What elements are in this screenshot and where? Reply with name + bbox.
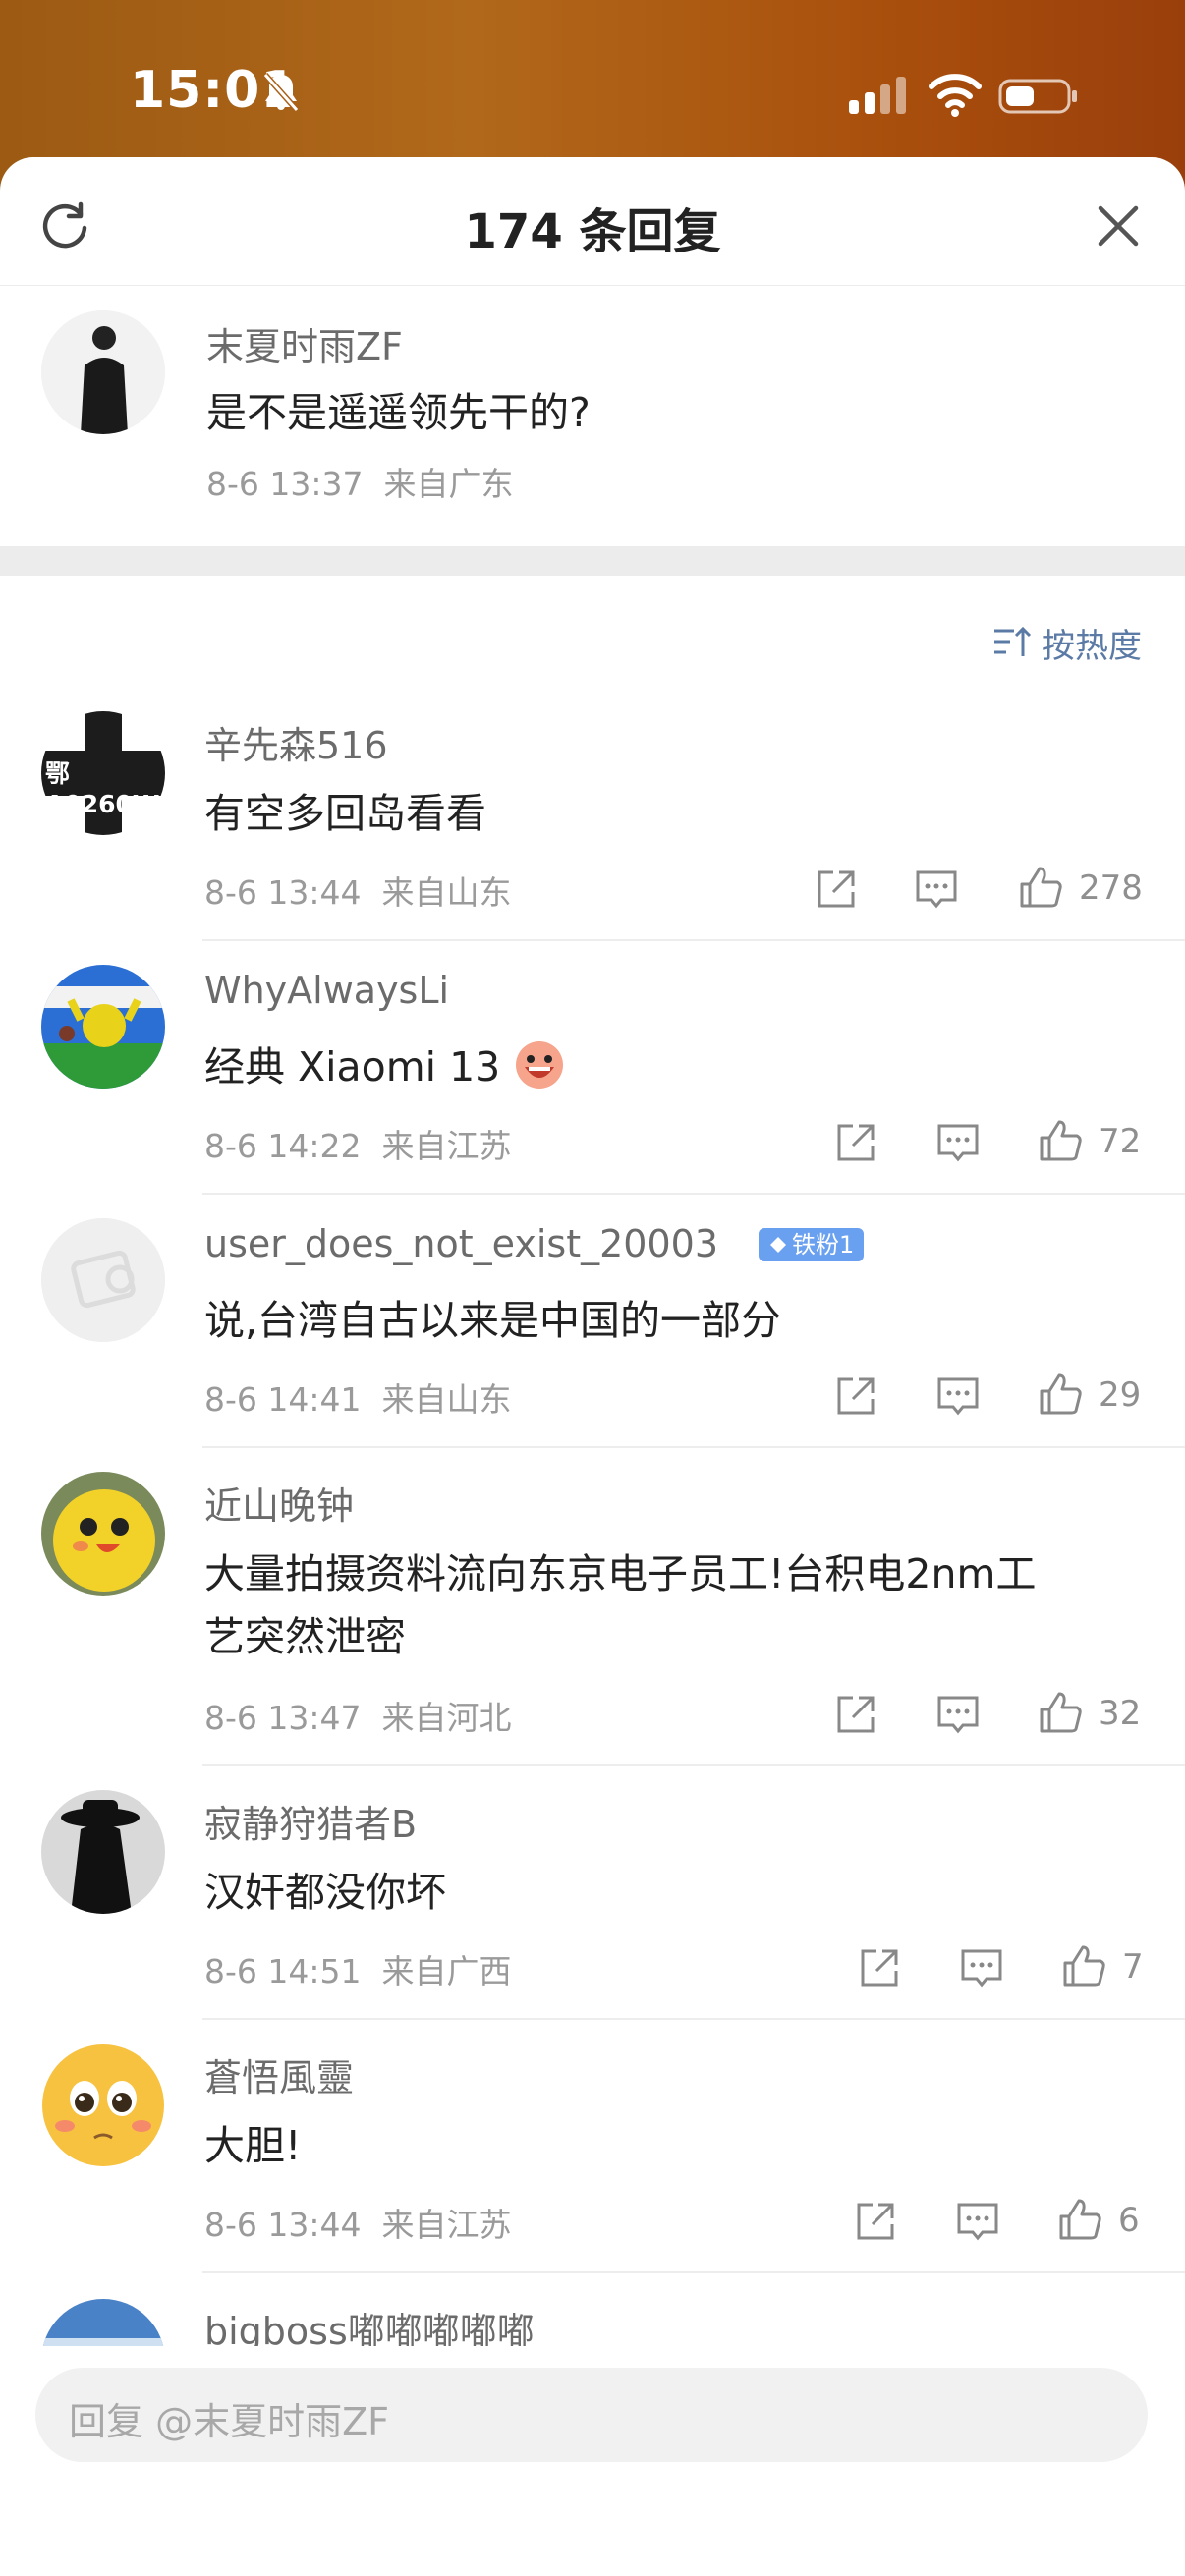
like-count: 29	[1099, 1375, 1142, 1415]
comment-time: 8-6 13:37	[206, 465, 364, 503]
reply-time: 8-6 13:44	[204, 873, 362, 912]
reply-time: 8-6 14:51	[204, 1952, 362, 1990]
reply-text: 经典 Xiaomi 13	[204, 1034, 566, 1092]
like-icon[interactable]	[1059, 1941, 1108, 1990]
reply-text-line-2: 艺突然泄密	[204, 1613, 406, 1660]
like-count: 32	[1099, 1694, 1142, 1733]
page-title: 174 条回复	[464, 204, 721, 259]
reply-location: 来自江苏	[381, 1127, 512, 1165]
share-icon[interactable]	[831, 1690, 880, 1739]
battery-icon	[998, 79, 1077, 114]
avatar[interactable]	[41, 310, 165, 434]
share-icon[interactable]	[831, 1372, 880, 1421]
reply-text-line-1: 大量拍摄资料流向东京电子员工!台积电2nm工	[204, 1550, 1037, 1597]
section-divider	[0, 546, 1185, 576]
cellular-signal-icon	[849, 77, 906, 114]
like-count: 7	[1122, 1947, 1144, 1987]
sheet-header: 174 条回复	[0, 157, 1185, 286]
like-icon[interactable]	[1036, 1370, 1085, 1419]
reply-meta: 8-6 13:47 来自河北	[204, 1692, 511, 1739]
share-icon[interactable]	[851, 2197, 900, 2246]
comment-text: 是不是遥遥领先干的?	[206, 389, 591, 436]
avatar[interactable]	[41, 1790, 165, 1914]
reply-text: 有空多回岛看看	[204, 790, 486, 837]
reply-meta: 8-6 14:51 来自广西	[204, 1945, 511, 1992]
reply-item: 寂静狩猎者B 汉奸都没你坏 8-6 14:51 来自广西 7	[0, 1766, 1185, 2020]
status-bar: 15:01	[0, 0, 1185, 167]
reply-author[interactable]: WhyAlwaysLi	[204, 969, 449, 1012]
avatar-plate-text: 鄂A0260W	[45, 759, 160, 818]
close-icon[interactable]	[1093, 200, 1144, 252]
reply-item: user_does_not_exist_20003 铁粉1 说,台湾自古以来是中…	[0, 1195, 1185, 1448]
share-icon[interactable]	[831, 1118, 880, 1167]
like-count: 6	[1118, 2201, 1140, 2240]
reply-input[interactable]: 回复 @末夏时雨ZF	[35, 2368, 1148, 2462]
comment-icon[interactable]	[953, 2197, 1002, 2246]
reply-text: 大胆!	[204, 2122, 302, 2169]
comment-author[interactable]: 末夏时雨ZF	[206, 316, 403, 370]
reply-meta: 8-6 13:44 来自江苏	[204, 2199, 511, 2246]
reply-location: 来自山东	[381, 1380, 512, 1419]
reply-time: 8-6 13:44	[204, 2206, 362, 2244]
share-icon[interactable]	[812, 865, 861, 914]
like-icon[interactable]	[1055, 2195, 1104, 2244]
reply-meta: 8-6 13:44 来自山东	[204, 867, 511, 914]
comment-icon[interactable]	[957, 1943, 1006, 1992]
avatar[interactable]	[41, 965, 165, 1089]
reply-author[interactable]: 蒼悟風靈	[204, 2047, 354, 2101]
root-comment: 末夏时雨ZF 是不是遥遥领先干的? 8-6 13:37 来自广东	[0, 285, 1185, 546]
sort-icon	[994, 626, 1032, 656]
reply-text: 汉奸都没你坏	[204, 1869, 446, 1916]
like-icon[interactable]	[1016, 863, 1065, 912]
reply-text-content: 经典 Xiaomi 13	[204, 1043, 501, 1091]
diamond-icon	[770, 1237, 786, 1253]
reply-author[interactable]: 辛先森516	[204, 715, 388, 769]
laughing-emoji-icon	[516, 1041, 564, 1089]
fan-badge[interactable]: 铁粉1	[759, 1228, 865, 1261]
reply-text: 说,台湾自古以来是中国的一部分	[204, 1297, 782, 1344]
share-icon[interactable]	[855, 1943, 904, 1992]
reply-author[interactable]: 近山晚钟	[204, 1476, 354, 1530]
reply-time: 8-6 14:41	[204, 1380, 362, 1419]
reply-item: 近山晚钟 大量拍摄资料流向东京电子员工!台积电2nm工 艺突然泄密 8-6 13…	[0, 1448, 1185, 1766]
like-count: 72	[1099, 1122, 1142, 1161]
sort-label: 按热度	[1042, 626, 1142, 666]
comment-location: 来自广东	[383, 465, 514, 503]
reply-location: 来自河北	[381, 1699, 512, 1737]
wifi-icon	[929, 74, 982, 117]
reply-location: 来自山东	[381, 873, 512, 912]
comment-icon[interactable]	[933, 1118, 983, 1167]
comment-icon[interactable]	[933, 1372, 983, 1421]
reply-item: WhyAlwaysLi 经典 Xiaomi 13 8-6 14:22 来自江苏 …	[0, 941, 1185, 1195]
reply-time: 8-6 14:22	[204, 1127, 362, 1165]
fan-badge-label: 铁粉1	[792, 1231, 855, 1259]
reply-author[interactable]: user_does_not_exist_20003	[204, 1222, 718, 1265]
avatar[interactable]: 鄂A0260W	[41, 711, 165, 835]
comment-meta: 8-6 13:37 来自广东	[206, 458, 513, 505]
reply-item: 鄂A0260W 辛先森516 有空多回岛看看 8-6 13:44 来自山东 27…	[0, 688, 1185, 941]
avatar[interactable]	[41, 1472, 165, 1596]
like-count: 278	[1079, 868, 1143, 908]
reply-location: 来自江苏	[381, 2206, 512, 2244]
comment-icon[interactable]	[933, 1690, 983, 1739]
avatar[interactable]	[41, 2044, 165, 2167]
sort-by-hot-button[interactable]: 按热度	[992, 617, 1142, 668]
reply-author[interactable]: 寂静狩猎者B	[204, 1794, 417, 1848]
reply-meta: 8-6 14:41 来自山东	[204, 1373, 511, 1421]
like-icon[interactable]	[1036, 1688, 1085, 1737]
reply-input-placeholder: 回复 @末夏时雨ZF	[69, 2400, 389, 2443]
avatar[interactable]	[41, 1218, 165, 1342]
reply-time: 8-6 13:47	[204, 1699, 362, 1737]
like-icon[interactable]	[1036, 1116, 1085, 1165]
comment-icon[interactable]	[912, 865, 961, 914]
reply-meta: 8-6 14:22 来自江苏	[204, 1120, 511, 1167]
reply-item: 蒼悟風靈 大胆! 8-6 13:44 来自江苏 6	[0, 2020, 1185, 2273]
silent-bell-icon	[262, 73, 300, 112]
reply-location: 来自广西	[381, 1952, 512, 1990]
